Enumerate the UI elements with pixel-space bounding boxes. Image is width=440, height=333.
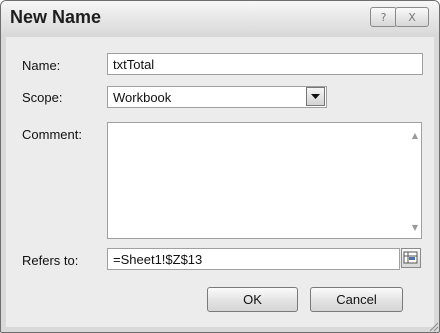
cancel-button[interactable]: Cancel [310,287,403,312]
scroll-up-arrow-icon[interactable]: ▲ [412,131,418,140]
scope-select-value: Workbook [113,89,172,105]
comment-label: Comment: [22,127,82,142]
chevron-down-icon [311,93,320,99]
scroll-down-arrow-icon[interactable]: ▼ [412,223,418,232]
scope-label: Scope: [22,90,63,105]
help-icon: ? [380,10,387,24]
cancel-button-label: Cancel [336,292,377,307]
dialog-body: Name: txtTotal Scope: Workbook Comment: … [6,37,434,327]
collapse-dialog-icon [403,251,418,264]
refers-to-input-value: =Sheet1!$Z$13 [113,251,203,267]
scope-dropdown-button[interactable] [306,87,325,106]
close-icon: X [408,10,416,24]
collapse-dialog-button[interactable] [401,248,421,268]
close-button[interactable]: X [395,7,429,27]
ok-button[interactable]: OK [207,287,298,312]
name-input[interactable]: txtTotal [107,53,423,75]
refers-to-input[interactable]: =Sheet1!$Z$13 [107,248,400,270]
new-name-dialog: New Name ? X Name: txtTotal Scope: Workb… [0,0,440,333]
resize-grip-icon[interactable] [427,320,439,332]
refers-to-label: Refers to: [22,253,79,268]
comment-textarea[interactable]: ▲ ▼ [107,122,422,239]
name-label: Name: [22,58,61,73]
dialog-title: New Name [10,7,102,27]
scope-select[interactable]: Workbook [107,86,327,108]
help-button[interactable]: ? [370,7,397,27]
title-bar: New Name ? X [1,1,439,37]
name-input-value: txtTotal [113,56,155,72]
ok-button-label: OK [243,292,262,307]
